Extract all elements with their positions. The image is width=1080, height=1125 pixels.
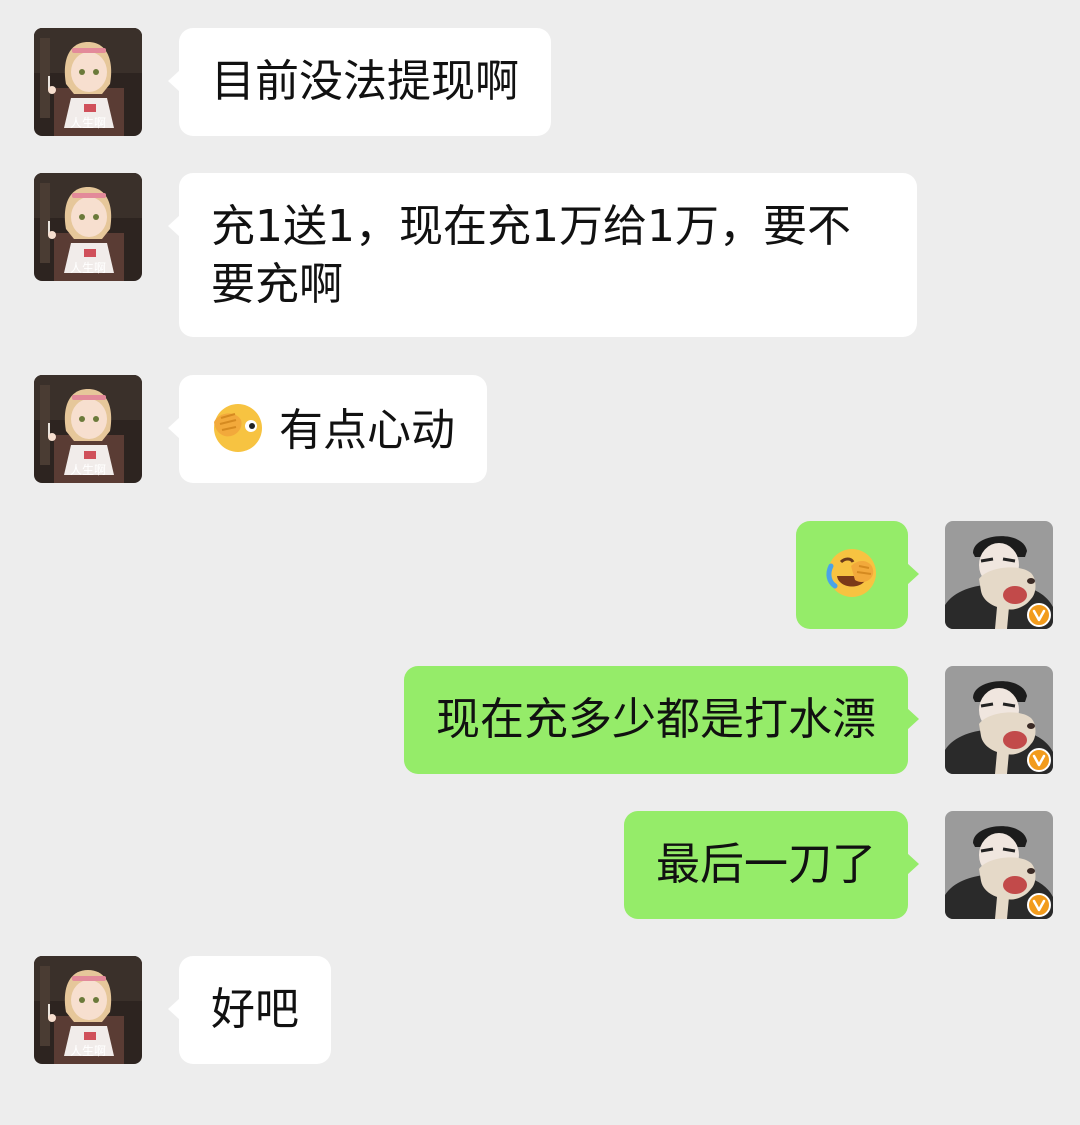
contact-avatar[interactable]: 人生啊	[34, 28, 142, 136]
message-bubble[interactable]: 最后一刀了	[624, 811, 919, 919]
my-avatar[interactable]	[945, 811, 1053, 919]
message-text: 好吧	[211, 984, 299, 1035]
message-text: 有点心动	[279, 405, 455, 456]
my-avatar[interactable]	[945, 521, 1053, 629]
chat-message-list: 人生啊 目前没法提现啊 人生啊 充1送1，现在充1万给1万，要不要充啊 人生啊	[0, 0, 1080, 1125]
message-text: 目前没法提现啊	[211, 56, 519, 107]
message-text: 最后一刀了	[656, 839, 876, 890]
message-bubble[interactable]: 充1送1，现在充1万给1万，要不要充啊	[168, 173, 917, 337]
bubble-tail	[907, 853, 919, 875]
bubble-tail	[168, 998, 180, 1020]
message-text: 现在充多少都是打水漂	[436, 694, 876, 745]
avatar-caption: 人生啊	[69, 463, 106, 477]
avatar-caption: 人生啊	[69, 1044, 106, 1058]
v-badge-icon	[1027, 748, 1051, 772]
message-bubble[interactable]: 有点心动	[168, 375, 487, 483]
facepalm-peek-emoji-icon	[211, 400, 265, 454]
message-bubble[interactable]	[796, 521, 919, 629]
contact-avatar[interactable]: 人生啊	[34, 956, 142, 1064]
bubble-tail	[907, 708, 919, 730]
avatar-caption: 人生啊	[69, 261, 106, 275]
bubble-tail	[168, 70, 180, 92]
laughing-crying-emoji-icon	[825, 546, 879, 600]
message-text: 充1送1，现在充1万给1万，要不要充啊	[211, 201, 851, 310]
avatar-caption: 人生啊	[69, 116, 106, 130]
contact-avatar[interactable]: 人生啊	[34, 375, 142, 483]
bubble-tail	[168, 417, 180, 439]
bubble-tail	[168, 215, 180, 237]
bubble-tail	[907, 563, 919, 585]
v-badge-icon	[1027, 603, 1051, 627]
contact-avatar[interactable]: 人生啊	[34, 173, 142, 281]
message-bubble[interactable]: 现在充多少都是打水漂	[404, 666, 919, 774]
my-avatar[interactable]	[945, 666, 1053, 774]
v-badge-icon	[1027, 893, 1051, 917]
message-bubble[interactable]: 目前没法提现啊	[168, 28, 551, 136]
message-bubble[interactable]: 好吧	[168, 956, 331, 1064]
